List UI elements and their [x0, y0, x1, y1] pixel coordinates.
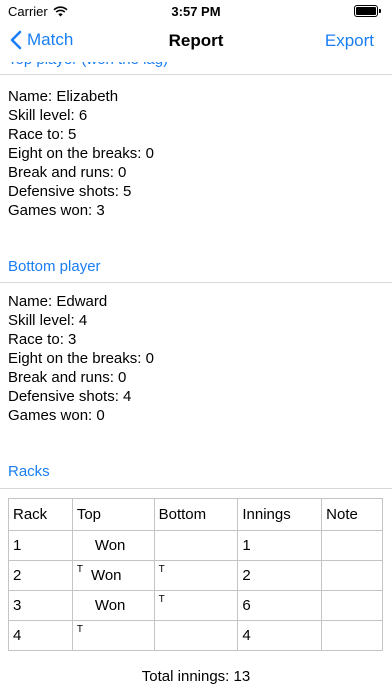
status-bar: Carrier 3:57 PM [0, 0, 392, 22]
bottom-player-break-and-runs: Break and runs: 0 [8, 369, 127, 386]
innings-cell: 4 [237, 620, 323, 651]
bottom-player-name: Name: Edward [8, 293, 108, 310]
bottom-mark: T [158, 564, 165, 575]
nav-bar: Match Report Export [0, 22, 392, 62]
top-cell: T Won [71, 560, 155, 591]
bottom-mark: T [158, 594, 165, 605]
column-header-bottom: Bottom [153, 498, 239, 531]
total-innings: Total innings: 13 [141, 668, 251, 685]
top-player-info: Name: Elizabeth Skill level: 6 Race to: … [8, 87, 154, 220]
innings-cell: 1 [237, 530, 323, 561]
status-time: 3:57 PM [171, 4, 221, 19]
top-player-name: Name: Elizabeth [8, 88, 119, 105]
innings-cell: 6 [237, 590, 323, 621]
column-header-note: Note [321, 498, 383, 531]
bottom-player-skill-level: Skill level: 4 [8, 312, 88, 329]
bottom-cell [153, 530, 239, 561]
top-cell: Won [71, 530, 155, 561]
top-result: Won [94, 537, 126, 554]
battery-icon [354, 5, 381, 17]
top-cell: T [71, 620, 155, 651]
top-result: Won [94, 597, 126, 614]
bottom-player-race-to: Race to: 3 [8, 331, 77, 348]
bottom-player-games-won: Games won: 0 [8, 407, 105, 424]
bottom-cell: T [153, 560, 239, 591]
rack-number: 4 [8, 620, 73, 651]
bottom-cell [153, 620, 239, 651]
table-header-row: Rack Top Bottom Innings Note [8, 498, 383, 531]
table-row[interactable]: 3 Won T 6 [8, 590, 383, 621]
column-header-top: Top [71, 498, 155, 531]
innings-cell: 2 [237, 560, 323, 591]
bottom-player-divider [0, 282, 392, 283]
rack-number: 3 [8, 590, 73, 621]
top-mark: T [76, 624, 83, 635]
note-cell [321, 620, 383, 651]
table-row[interactable]: 4 T 4 [8, 620, 383, 651]
top-player-break-and-runs: Break and runs: 0 [8, 164, 127, 181]
bottom-player-eight-on-breaks: Eight on the breaks: 0 [8, 350, 154, 367]
rack-number: 1 [8, 530, 73, 561]
racks-divider [0, 488, 392, 489]
top-player-defensive-shots: Defensive shots: 5 [8, 183, 132, 200]
top-player-games-won: Games won: 3 [8, 202, 105, 219]
racks-header: Racks [8, 463, 50, 480]
racks-table: Rack Top Bottom Innings Note 1 Won 1 2 T… [8, 498, 383, 651]
bottom-cell: T [153, 590, 239, 621]
table-row[interactable]: 1 Won 1 [8, 530, 383, 561]
note-cell [321, 590, 383, 621]
top-player-eight-on-breaks: Eight on the breaks: 0 [8, 145, 154, 162]
top-player-race-to: Race to: 5 [8, 126, 77, 143]
top-player-skill-level: Skill level: 6 [8, 107, 88, 124]
top-cell: Won [71, 590, 155, 621]
rack-number: 2 [8, 560, 73, 591]
note-cell [321, 560, 383, 591]
note-cell [321, 530, 383, 561]
table-row[interactable]: 2 T Won T 2 [8, 560, 383, 591]
export-button[interactable]: Export [325, 31, 374, 51]
top-player-divider [0, 74, 392, 75]
bottom-player-header: Bottom player [8, 258, 101, 275]
bottom-player-info: Name: Edward Skill level: 4 Race to: 3 E… [8, 292, 154, 425]
bottom-player-defensive-shots: Defensive shots: 4 [8, 388, 132, 405]
column-header-innings: Innings [237, 498, 323, 531]
column-header-rack: Rack [8, 498, 73, 531]
top-mark: T [76, 564, 83, 575]
report-content[interactable]: Top player (won the lag) Name: Elizabeth… [0, 42, 392, 696]
top-result: Won [90, 567, 122, 584]
